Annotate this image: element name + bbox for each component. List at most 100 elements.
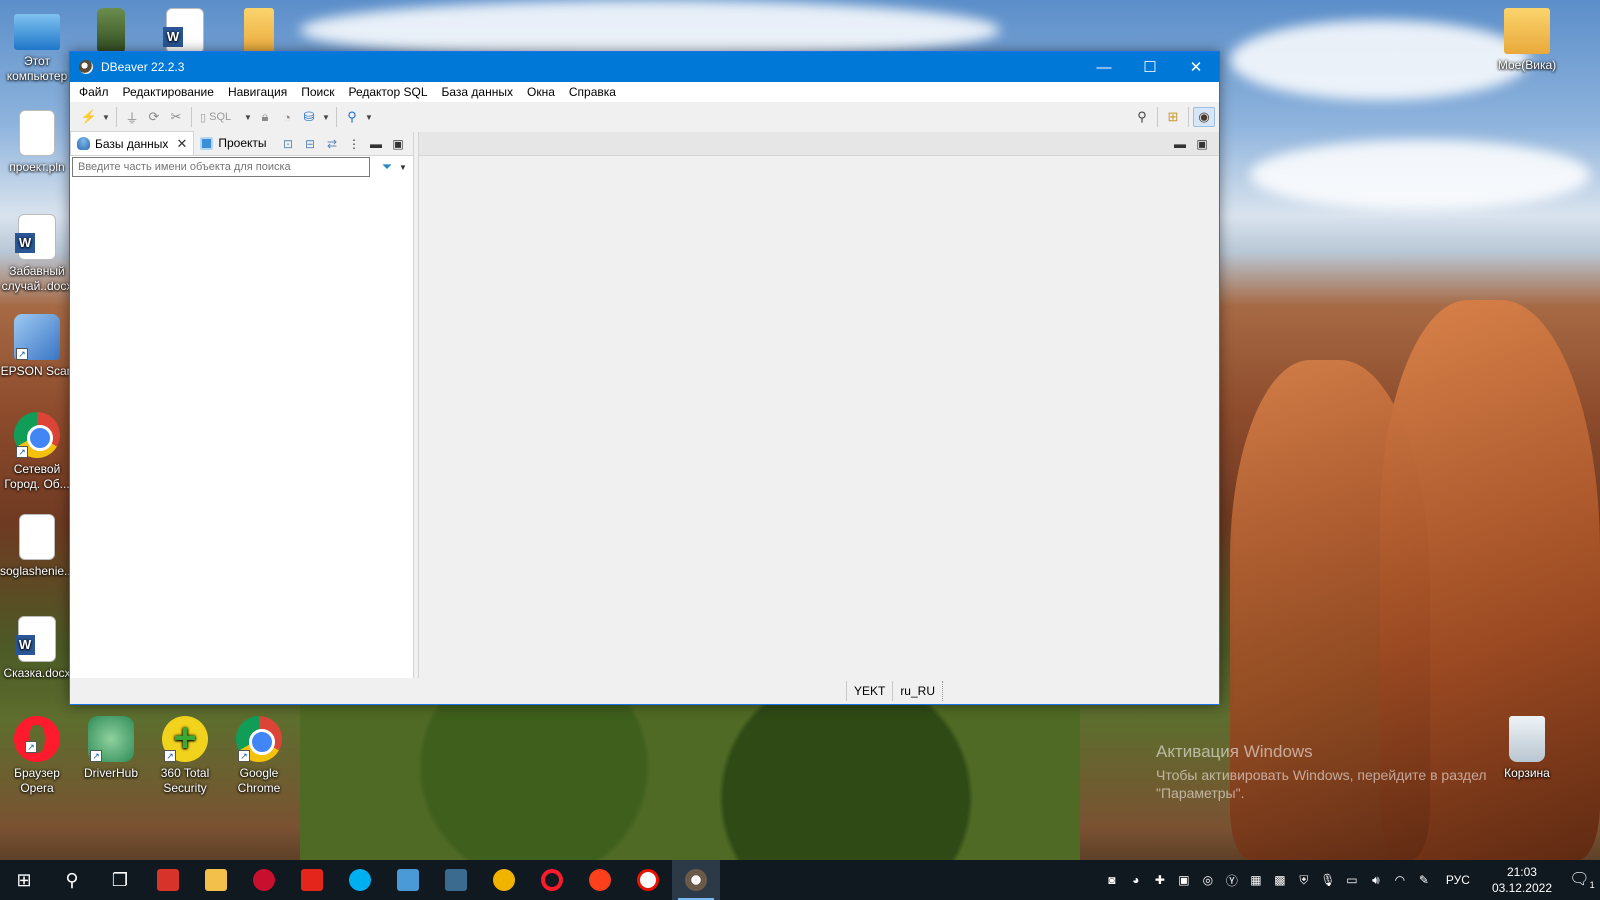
sync-icon[interactable]: ◎ xyxy=(1196,873,1220,887)
chevron-down-icon[interactable]: ▼ xyxy=(363,107,375,127)
taskbar-app-blue[interactable] xyxy=(384,860,432,900)
volume-icon[interactable]: 🔊︎ xyxy=(1364,873,1388,888)
title-bar[interactable]: DBeaver 22.2.3 — ☐ ✕ xyxy=(70,52,1219,82)
desktop-icon-this-pc[interactable]: Этот компьютер xyxy=(0,8,74,84)
object-search-input[interactable] xyxy=(72,157,370,177)
desktop-icon-label: Google Chrome xyxy=(237,766,281,795)
toolbar-separator xyxy=(1157,107,1158,127)
taskbar-app-red[interactable] xyxy=(240,860,288,900)
project-icon xyxy=(200,136,214,150)
desktop-icon-network-city[interactable]: ↗ Сетевой Город. Об... xyxy=(0,412,74,492)
chevron-down-icon[interactable]: ▼ xyxy=(399,163,407,172)
network-drive-icon[interactable]: ▣ xyxy=(1172,873,1196,887)
desktop-icon-driverhub[interactable]: ↗ DriverHub xyxy=(74,716,148,781)
language-indicator[interactable]: РУС xyxy=(1436,873,1480,887)
notification-center-button[interactable]: 🗨︎1 xyxy=(1564,869,1600,890)
lock-icon[interactable]: 🔒︎ xyxy=(254,107,276,127)
tab-projects[interactable]: Проекты xyxy=(194,131,272,155)
menu-help[interactable]: Справка xyxy=(562,85,623,99)
desktop-icon-360-security[interactable]: ↗ 360 Total Security xyxy=(148,716,222,796)
desktop-icon-skazka[interactable]: Сказка.docx xyxy=(0,616,74,681)
desktop-icon-google-chrome[interactable]: ↗ Google Chrome xyxy=(222,716,296,796)
discord-icon[interactable]: ◙ xyxy=(1100,873,1124,887)
desktop-icon-moe-vika[interactable]: Мое(Вика) xyxy=(1490,8,1564,73)
dbeaver-perspective-icon[interactable]: ◉ xyxy=(1193,107,1215,127)
disconnect-icon[interactable]: ✂ xyxy=(165,107,187,127)
avast-icon[interactable]: ◕ xyxy=(1124,873,1148,887)
menu-window[interactable]: Окна xyxy=(520,85,562,99)
minimize-view-icon[interactable]: ▬ xyxy=(365,135,387,153)
app-tray-icon[interactable]: ▦ xyxy=(1244,873,1268,887)
menu-sql-editor[interactable]: Редактор SQL xyxy=(341,85,434,99)
yandex-tray-icon[interactable]: Ⓨ xyxy=(1220,872,1244,889)
chevron-down-icon[interactable]: ▼ xyxy=(242,107,254,127)
open-perspective-icon[interactable]: ⊞ xyxy=(1162,107,1184,127)
filter-icon[interactable]: ⏷ xyxy=(377,158,397,176)
taskbar-skype[interactable] xyxy=(336,860,384,900)
taskbar-yandex[interactable] xyxy=(576,860,624,900)
desktop-icon-project-pln[interactable]: проект.pln xyxy=(0,110,74,175)
menu-navigate[interactable]: Навигация xyxy=(221,85,294,99)
pen-icon[interactable]: ✎ xyxy=(1412,873,1436,887)
close-button[interactable]: ✕ xyxy=(1173,52,1219,82)
maximize-view-icon[interactable]: ▣ xyxy=(387,135,409,153)
link-editor-icon[interactable]: ⇄ xyxy=(321,135,343,153)
taskbar-acrobat[interactable] xyxy=(288,860,336,900)
minimize-button[interactable]: — xyxy=(1081,52,1127,82)
collapse-all-icon[interactable]: ⊟ xyxy=(299,135,321,153)
sql-editor-button[interactable]: ▯ SQL xyxy=(196,107,242,127)
transaction-icon[interactable]: ◔ xyxy=(276,107,298,127)
menu-file[interactable]: Файл xyxy=(72,85,116,99)
cloud xyxy=(1230,20,1530,100)
taskbar-app-triangle[interactable] xyxy=(480,860,528,900)
menu-database[interactable]: База данных xyxy=(435,85,520,99)
watermark-text-2: "Параметры". xyxy=(1156,785,1245,801)
microphone-icon[interactable]: 🎙︎ xyxy=(1316,873,1340,887)
book-icon xyxy=(97,8,125,54)
recycle-bin-icon xyxy=(1509,716,1545,762)
view-menu-icon[interactable]: ⋮ xyxy=(343,135,365,153)
chevron-down-icon[interactable]: ▼ xyxy=(320,107,332,127)
battery-icon[interactable]: ▭ xyxy=(1340,873,1364,887)
taskbar-file-explorer[interactable] xyxy=(192,860,240,900)
reconnect-icon[interactable]: ⟳ xyxy=(143,107,165,127)
chevron-down-icon[interactable]: ▼ xyxy=(100,107,112,127)
taskbar-yandex-browser[interactable] xyxy=(624,860,672,900)
search-icon[interactable]: ⚲ xyxy=(341,107,363,127)
desktop-icon-opera[interactable]: ↗ Браузер Opera xyxy=(0,716,74,796)
desktop-icon-soglashenie[interactable]: soglashenie... xyxy=(0,514,74,579)
connect-icon[interactable]: ⏚ xyxy=(121,107,143,127)
database-icon xyxy=(77,137,90,150)
taskbar-opera[interactable] xyxy=(528,860,576,900)
shield-icon[interactable]: ⛨ xyxy=(1292,873,1316,888)
chrome-icon: ↗ xyxy=(236,716,282,762)
close-icon[interactable]: ✕ xyxy=(176,136,187,152)
wifi-icon[interactable]: ◠ xyxy=(1388,873,1412,887)
commit-mode-icon[interactable]: ⛁ xyxy=(298,107,320,127)
clock[interactable]: 21:03 03.12.2022 xyxy=(1480,864,1564,896)
scanner-icon: ↗ xyxy=(14,314,60,360)
taskbar-dbeaver[interactable] xyxy=(672,860,720,900)
search-icon[interactable]: ⚲ xyxy=(48,860,96,900)
taskbar-app-cleaner[interactable] xyxy=(144,860,192,900)
global-search-icon[interactable]: ⚲ xyxy=(1131,107,1153,127)
desktop-icon-label: soglashenie... xyxy=(0,564,75,578)
menu-search[interactable]: Поиск xyxy=(294,85,341,99)
360-tray-icon[interactable]: ✚ xyxy=(1148,873,1172,887)
desktop-icon-epson-scan[interactable]: ↗ EPSON Scan xyxy=(0,314,74,379)
maximize-view-icon[interactable]: ▣ xyxy=(1191,135,1213,153)
navigator-search-row: ⏷ ▼ xyxy=(70,156,413,178)
task-view-icon[interactable]: ❐ xyxy=(96,860,144,900)
desktop-icon-funny-story[interactable]: Забавный случай..docx xyxy=(0,214,74,294)
maximize-button[interactable]: ☐ xyxy=(1127,52,1173,82)
taskbar-app-tablet[interactable] xyxy=(432,860,480,900)
red-app-tray-icon[interactable]: ▩ xyxy=(1268,873,1292,887)
tab-databases[interactable]: Базы данных ✕ xyxy=(70,131,195,155)
minimize-view-icon[interactable]: ▬ xyxy=(1169,135,1191,153)
menu-edit[interactable]: Редактирование xyxy=(116,85,221,99)
new-connection-icon[interactable]: ⚡ xyxy=(78,107,100,127)
new-folder-icon[interactable]: ⊡ xyxy=(277,135,299,153)
chrome-icon: ↗ xyxy=(14,412,60,458)
desktop-icon-recycle-bin[interactable]: Корзина xyxy=(1490,716,1564,781)
start-button[interactable]: ⊞ xyxy=(0,860,48,900)
